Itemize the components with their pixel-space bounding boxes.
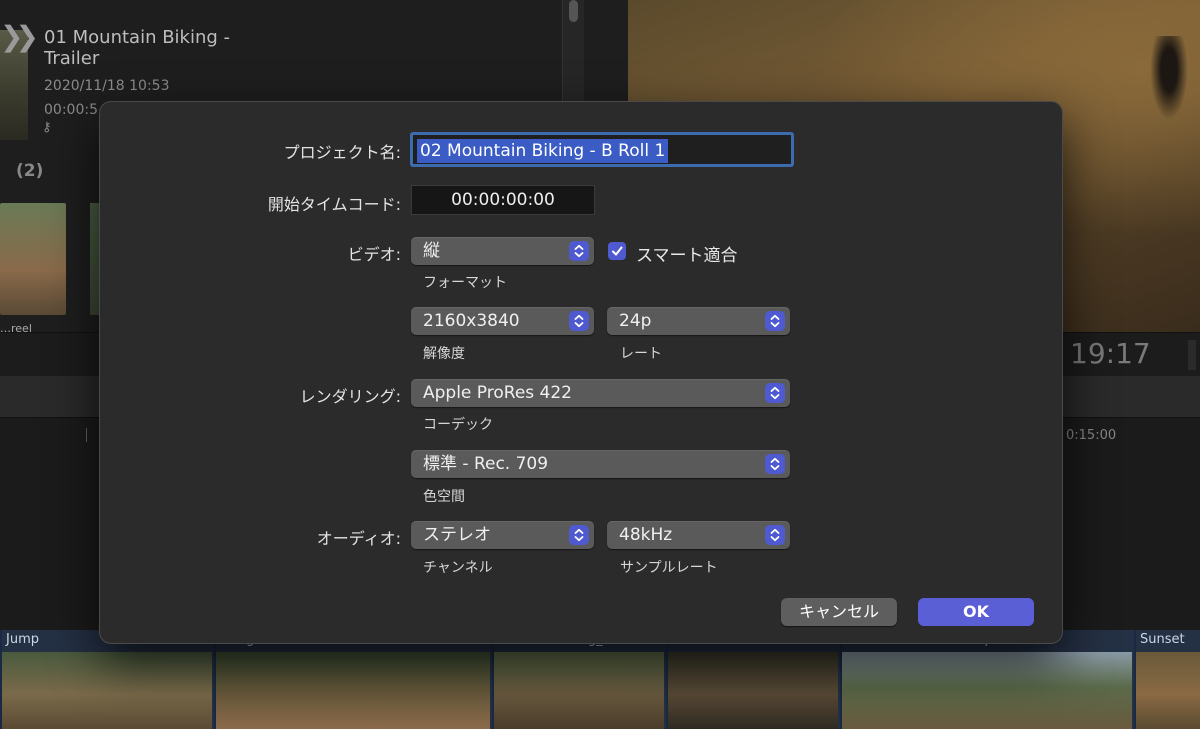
chevron-up-down-icon (569, 241, 589, 261)
resolution-popup[interactable]: 2160x3840 (411, 307, 594, 335)
samplerate-popup[interactable]: 48kHz (607, 521, 790, 549)
project-settings-dialog (99, 101, 1063, 644)
ruler-label: 0:15:00 (1066, 428, 1117, 443)
chevron-up-down-icon (569, 311, 589, 331)
chevron-up-down-icon (765, 311, 785, 331)
start-timecode-field[interactable]: 00:00:00:00 (411, 185, 595, 215)
clip-label: Jump (6, 632, 39, 647)
project-icon: ❯❯ (0, 20, 39, 53)
colorspace-caption: 色空間 (423, 489, 465, 505)
browser-clip[interactable] (0, 203, 66, 315)
colorspace-value: 標準 - Rec. 709 (423, 454, 549, 474)
samplerate-caption: サンプルレート (620, 560, 718, 576)
timeline-clip[interactable]: GoPro Wheel (666, 630, 838, 729)
clip-thumbnail (842, 652, 1132, 729)
audio-label: オーディオ: (316, 529, 401, 548)
timeline-clip[interactable]: Forest Tracking_3 (492, 630, 664, 729)
group-count: (2) (16, 161, 44, 181)
viewer-rider (1150, 36, 1188, 120)
project-duration: 00:00:5 (44, 102, 98, 118)
timeline-clip[interactable]: Sunset (1134, 630, 1200, 729)
format-value: 縦 (423, 241, 440, 261)
scrollbar-thumb[interactable] (569, 0, 578, 22)
format-caption: フォーマット (423, 275, 507, 291)
cancel-button[interactable]: キャンセル (781, 598, 897, 626)
timecode-marker (1188, 340, 1196, 370)
channels-caption: チャンネル (423, 560, 493, 576)
key-icon: ⚷ (42, 120, 52, 135)
start-timecode-label: 開始タイムコード: (267, 195, 401, 214)
chevron-up-down-icon (765, 454, 785, 474)
timeline-clip[interactable]: Downhill Silhouette Speed (840, 630, 1132, 729)
rendering-label: レンダリング: (299, 387, 401, 406)
samplerate-value: 48kHz (619, 525, 673, 545)
chevron-up-down-icon (569, 525, 589, 545)
resolution-value: 2160x3840 (423, 311, 520, 331)
ruler-tick (86, 428, 87, 442)
smart-conform-label[interactable]: スマート適合 (636, 241, 738, 266)
timeline-clip[interactable]: Jump (0, 630, 212, 729)
clip-thumbnail (216, 652, 490, 729)
channels-value: ステレオ (423, 525, 491, 545)
clip-label: Sunset (1140, 632, 1185, 647)
channels-popup[interactable]: ステレオ (411, 521, 594, 549)
project-name-value: 02 Mountain Biking - B Roll 1 (417, 139, 669, 163)
resolution-caption: 解像度 (423, 346, 465, 362)
clip-thumbnail (2, 652, 212, 729)
clip-thumbnail (494, 652, 664, 729)
clip-thumbnail (1136, 652, 1200, 729)
rate-popup[interactable]: 24p (607, 307, 790, 335)
format-popup[interactable]: 縦 (411, 237, 594, 265)
codec-value: Apple ProRes 422 (423, 383, 572, 403)
video-label: ビデオ: (347, 245, 401, 264)
project-date: 2020/11/18 10:53 (44, 78, 170, 94)
smart-conform-checkbox[interactable] (608, 242, 626, 260)
project-name-field[interactable]: 02 Mountain Biking - B Roll 1 (410, 132, 794, 167)
chevron-up-down-icon (765, 525, 785, 545)
codec-popup[interactable]: Apple ProRes 422 (411, 379, 790, 407)
rate-caption: レート (620, 346, 662, 362)
viewer-timecode: 19:17 (1070, 337, 1151, 370)
checkmark-icon (612, 246, 623, 256)
rate-value: 24p (619, 311, 652, 331)
clip-thumbnail (668, 652, 838, 729)
ok-button[interactable]: OK (918, 598, 1034, 626)
project-title[interactable]: 01 Mountain Biking - Trailer (44, 27, 244, 69)
project-name-label: プロジェクト名: (283, 143, 401, 162)
codec-caption: コーデック (423, 417, 493, 433)
chevron-up-down-icon (765, 383, 785, 403)
colorspace-popup[interactable]: 標準 - Rec. 709 (411, 450, 790, 478)
timeline-clip[interactable]: Bridge Shot 1B (214, 630, 490, 729)
